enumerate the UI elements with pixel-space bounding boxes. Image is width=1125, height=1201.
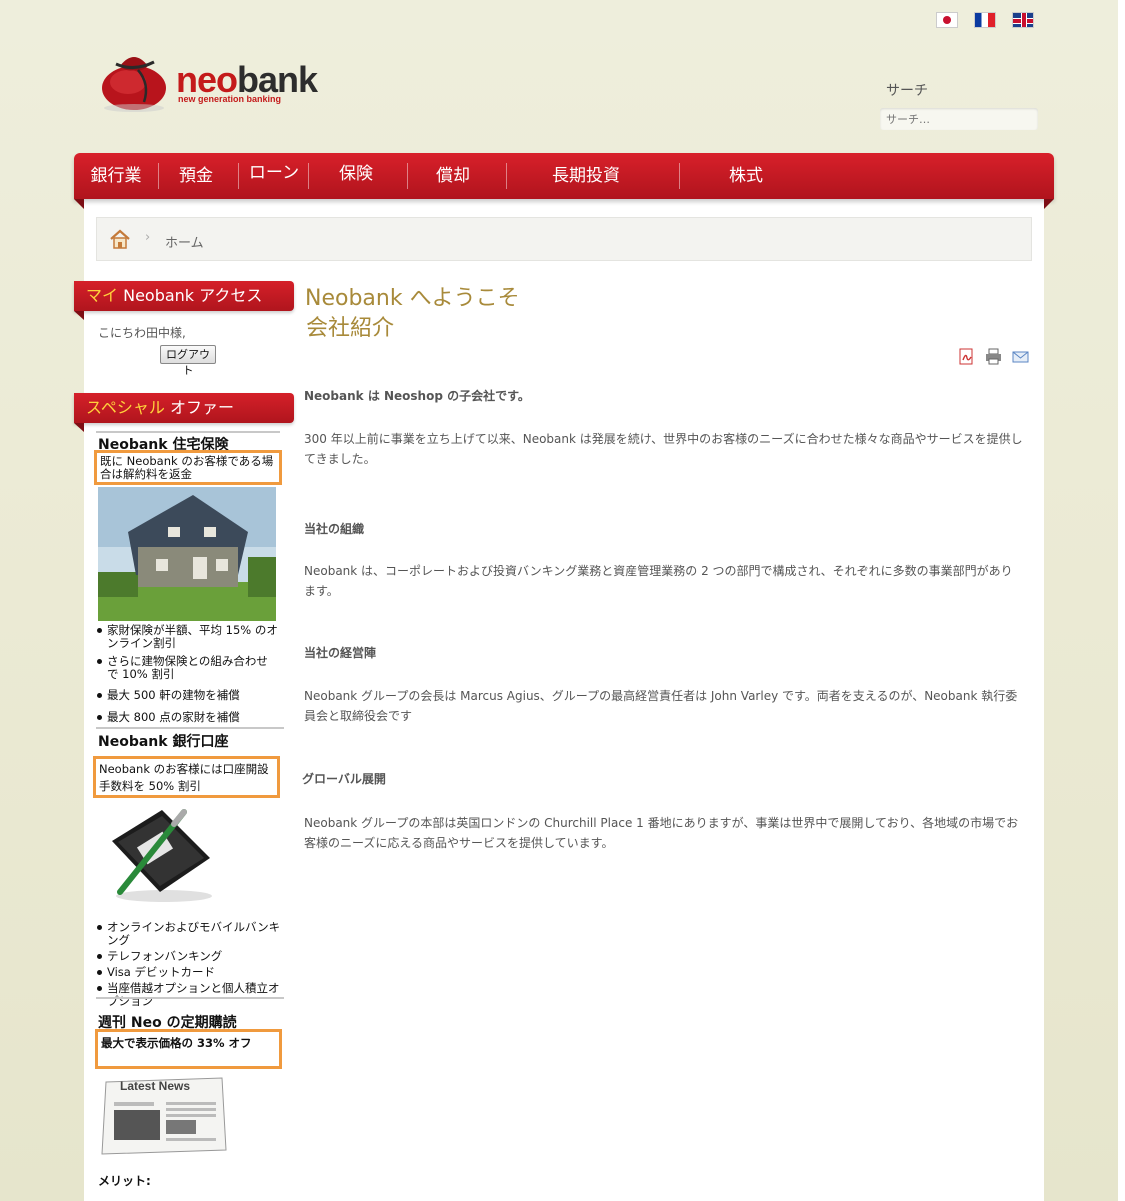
neobank-logo[interactable]: neobank new generation banking: [98, 44, 328, 114]
management-heading: 当社の経営陣: [304, 646, 377, 660]
special-offers-header: スペシャル オファー: [74, 393, 294, 423]
organization-heading: 当社の組織: [304, 522, 365, 536]
logout-button[interactable]: ログアウト: [160, 345, 216, 377]
home-insurance-benefits: 家財保険が半額、平均 15% のオンライン割引 さらに建物保険との組み合わせで …: [96, 624, 278, 724]
merit-label: メリット:: [98, 1174, 151, 1188]
bank-account-highlight: Neobank のお客様には口座開設手数料を 50% 割引: [93, 756, 280, 798]
japanese-flag-icon[interactable]: [936, 12, 958, 28]
list-item: 最大 500 軒の建物を補償: [96, 689, 278, 702]
page-title: Neobank へようこそ: [305, 286, 520, 311]
nav-item-loans[interactable]: ローン: [242, 150, 306, 196]
nav-ribbon-fold: [1044, 199, 1054, 209]
intro-text: Neobank は Neoshop の子会社です。: [304, 389, 530, 403]
money-bag-icon: [102, 57, 166, 112]
weekly-neo-highlight: 最大で表示価格の 33% オフ: [95, 1029, 282, 1069]
search-label: サーチ: [886, 83, 928, 99]
history-paragraph: 300 年以上前に事業を立ち上げて以来、Neobank は発展を続け、世界中のお…: [304, 432, 1023, 466]
home-icon[interactable]: [109, 229, 131, 249]
breadcrumb-separator-icon: ›: [145, 230, 151, 245]
bank-account-title[interactable]: Neobank 銀行口座: [98, 731, 228, 751]
nav-divider: [158, 163, 159, 189]
email-icon[interactable]: [1012, 348, 1029, 365]
nav-divider: [407, 163, 408, 189]
global-paragraph: Neobank グループの本部は英国ロンドンの Churchill Place …: [304, 816, 1019, 850]
sidebar-ribbon-fold: [74, 423, 84, 432]
offer-divider: [96, 727, 284, 729]
list-item: テレフォンバンキング: [96, 950, 282, 963]
page-edge: [1118, 0, 1125, 1201]
list-item: Visa デビットカード: [96, 966, 282, 979]
house-image: [98, 487, 276, 621]
organization-paragraph: Neobank は、コーポレートおよび投資バンキング業務と資産管理業務の 2 つ…: [304, 564, 1013, 598]
french-flag-icon[interactable]: [974, 12, 996, 28]
list-item: オンラインおよびモバイルバンキング: [96, 921, 282, 947]
user-greeting: こにちわ田中様,: [98, 326, 186, 340]
language-switcher: [936, 12, 1034, 28]
nav-item-deposits[interactable]: 預金: [164, 153, 228, 199]
offer-divider: [96, 997, 284, 999]
print-icon[interactable]: [985, 348, 1002, 365]
breadcrumb: › ホーム: [96, 217, 1032, 261]
main-navigation: 銀行業 預金 ローン 保険 償却 長期投資 株式: [74, 153, 1054, 199]
newspaper-headline: Latest News: [120, 1079, 191, 1093]
nav-item-amortization[interactable]: 償却: [416, 153, 490, 199]
list-item: 最大 800 点の家財を補償: [96, 711, 278, 724]
management-paragraph: Neobank グループの会長は Marcus Agius、グループの最高経営責…: [304, 689, 1018, 723]
nav-divider: [238, 163, 239, 189]
article-tools: [958, 348, 1029, 365]
nav-divider: [506, 163, 507, 189]
breadcrumb-home-link[interactable]: ホーム: [165, 232, 204, 251]
list-item: 家財保険が半額、平均 15% のオンライン割引: [96, 624, 278, 650]
english-flag-icon[interactable]: [1012, 12, 1034, 28]
list-item: 当座借越オプションと個人積立オプション: [96, 982, 282, 1008]
nav-item-long-term-investment[interactable]: 長期投資: [520, 153, 652, 199]
home-insurance-highlight: 既に Neobank のお客様である場合は解約料を返金: [94, 450, 282, 485]
nav-item-insurance[interactable]: 保険: [320, 151, 392, 197]
nav-divider: [679, 163, 680, 189]
list-item: さらに建物保険との組み合わせで 10% 割引: [96, 655, 278, 681]
brand-tagline: new generation banking: [178, 94, 282, 104]
nav-ribbon-fold: [74, 199, 84, 209]
newspaper-image: Latest News: [100, 1076, 230, 1156]
wallet-pen-image: [112, 809, 212, 902]
my-access-header: マイ Neobank アクセス: [74, 281, 294, 311]
page-subtitle: 会社紹介: [306, 316, 395, 341]
nav-item-stocks[interactable]: 株式: [690, 153, 802, 199]
search-input[interactable]: [880, 108, 1038, 130]
pdf-icon[interactable]: [958, 348, 975, 365]
bank-account-benefits: オンラインおよびモバイルバンキング テレフォンバンキング Visa デビットカー…: [96, 921, 282, 1008]
brand-wordmark: neobank: [176, 59, 318, 100]
global-heading: グローバル展開: [302, 772, 386, 786]
sidebar-ribbon-fold: [74, 311, 84, 320]
nav-item-banking[interactable]: 銀行業: [78, 153, 154, 199]
offer-divider: [96, 431, 280, 433]
nav-divider: [308, 163, 309, 189]
